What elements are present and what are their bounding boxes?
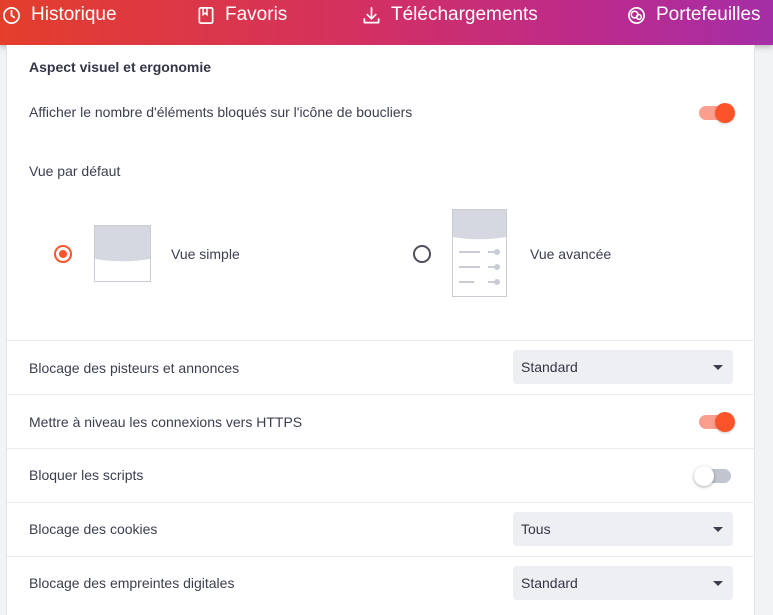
top-nav-bar: Historique Favoris Téléchargements Porte… [0,0,773,45]
caret-down-icon [713,365,723,370]
simple-view-illustration[interactable] [94,225,151,282]
https-toggle[interactable] [699,412,735,432]
nav-item-bookmarks[interactable]: Favoris [197,0,287,30]
nav-label-history: Historique [31,4,117,25]
shield-count-label: Afficher le nombre d'éléments bloqués su… [29,104,413,120]
caret-down-icon [713,581,723,586]
cookies-select-value: Tous [521,521,551,537]
nav-label-wallets: Portefeuilles [656,4,761,25]
fingerprint-select-value: Standard [521,575,578,591]
download-icon [363,6,380,23]
nav-item-history[interactable]: Historique [2,0,117,30]
radio-simple-view[interactable] [54,245,72,263]
divider [7,448,754,449]
bookmark-icon [198,6,214,24]
https-label: Mettre à niveau les connexions vers HTTP… [29,414,303,430]
toggle-knob [694,466,714,486]
toggle-knob [715,103,735,123]
shield-count-toggle[interactable] [699,103,735,123]
default-view-label: Vue par défaut [29,163,121,179]
nav-item-wallets[interactable]: Portefeuilles [627,0,761,30]
divider [7,394,754,395]
nav-label-downloads: Téléchargements [391,4,538,25]
trackers-label: Blocage des pisteurs et annonces [29,360,240,376]
fingerprint-select[interactable]: Standard [513,566,733,600]
divider [7,340,754,341]
settings-panel: Aspect visuel et ergonomie Afficher le n… [6,45,755,615]
trackers-select[interactable]: Standard [513,350,733,384]
simple-view-label: Vue simple [171,246,240,262]
radio-advanced-view[interactable] [413,245,431,263]
scripts-label: Bloquer les scripts [29,467,144,483]
scripts-toggle[interactable] [694,466,731,486]
fingerprint-label: Blocage des empreintes digitales [29,575,235,591]
advanced-view-illustration[interactable] [452,209,509,299]
history-icon [3,6,20,24]
cookies-select[interactable]: Tous [513,512,733,546]
caret-down-icon [713,527,723,532]
section-title: Aspect visuel et ergonomie [29,59,212,75]
toggle-knob [715,412,735,432]
nav-label-bookmarks: Favoris [225,4,288,25]
divider [7,556,754,557]
divider [7,502,754,503]
cookies-label: Blocage des cookies [29,521,158,537]
advanced-view-label: Vue avancée [530,246,612,262]
wallet-icon [628,6,645,24]
nav-item-downloads[interactable]: Téléchargements [362,0,538,30]
trackers-select-value: Standard [521,359,578,375]
